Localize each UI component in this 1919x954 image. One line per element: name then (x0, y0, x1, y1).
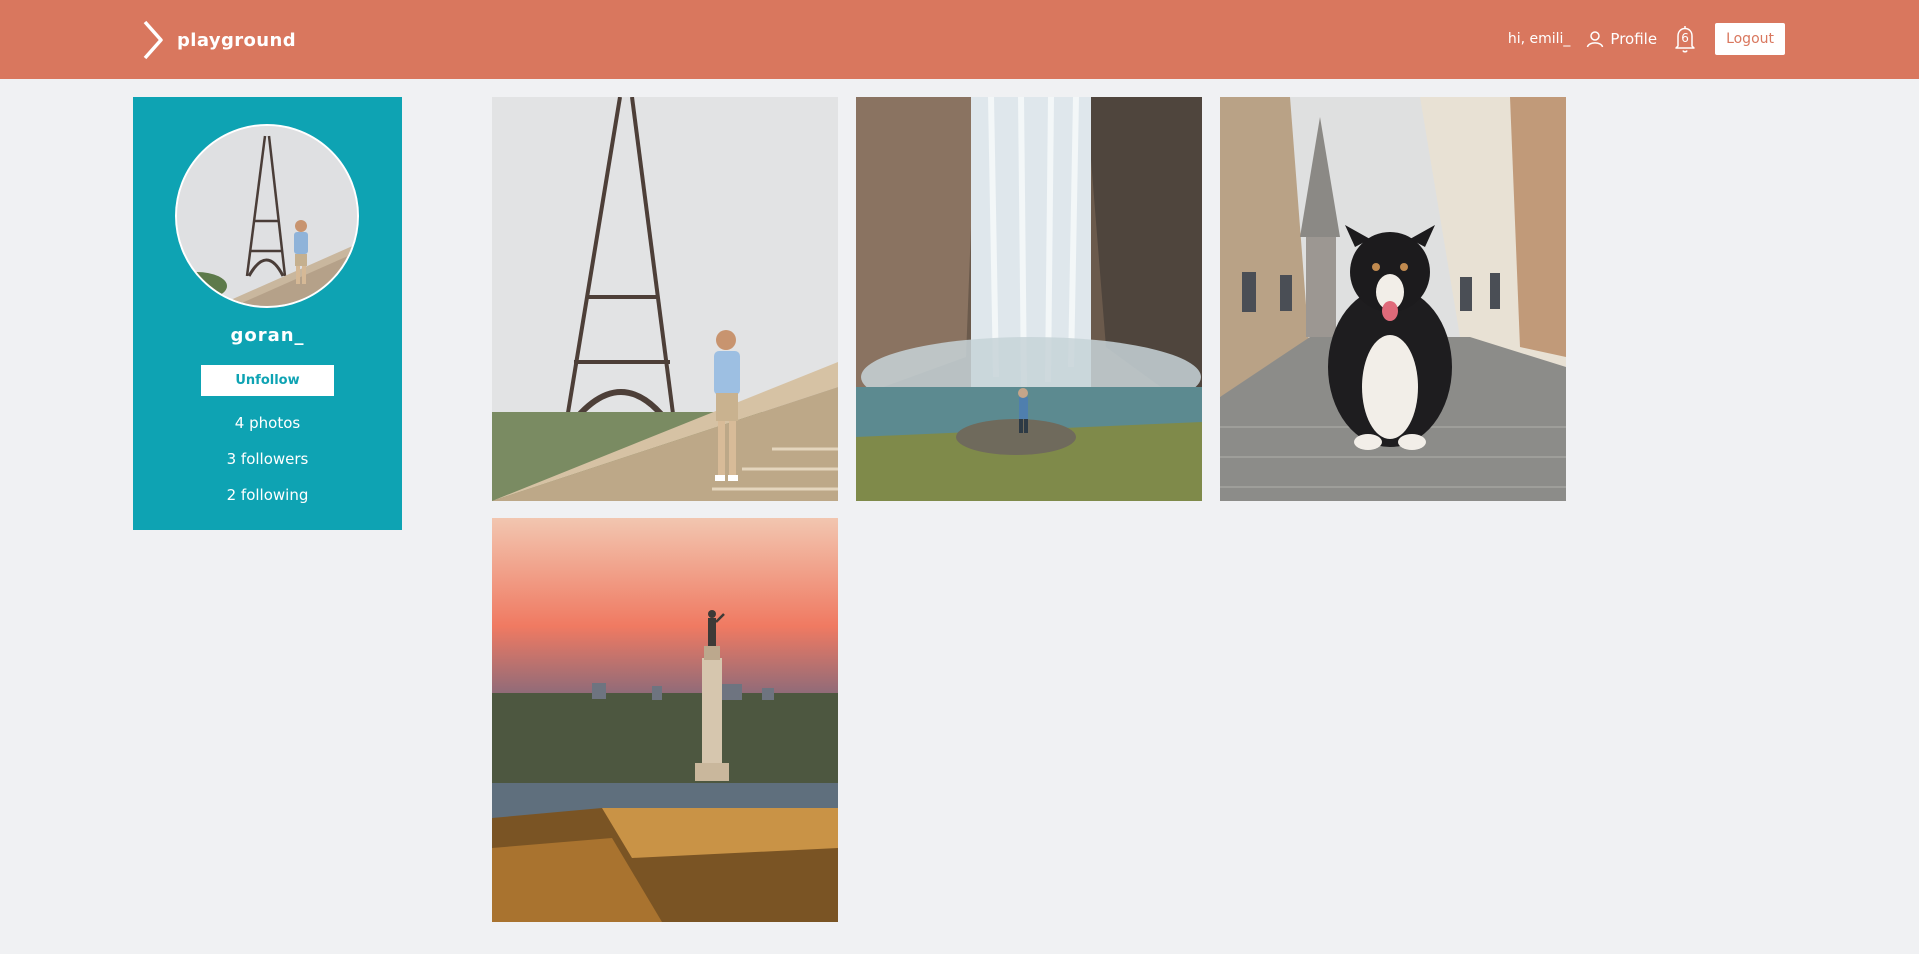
notification-count: 6 (1681, 31, 1689, 45)
avatar (175, 124, 359, 308)
logout-button[interactable]: Logout (1715, 23, 1785, 55)
followers-count[interactable]: 3 followers (133, 450, 402, 468)
user-icon (1587, 31, 1604, 48)
brand-logo[interactable]: playground (141, 20, 296, 60)
brand-name: playground (177, 29, 297, 51)
photo-eiffel-tower[interactable] (492, 97, 838, 501)
notifications-button[interactable]: 6 (1671, 24, 1699, 54)
photo-dog-street[interactable] (1220, 97, 1566, 501)
unfollow-button[interactable]: Unfollow (201, 365, 334, 396)
photo-monument-sunset[interactable] (492, 518, 838, 922)
profile-link[interactable]: Profile (1586, 30, 1657, 48)
following-count[interactable]: 2 following (133, 486, 402, 504)
profile-label: Profile (1610, 30, 1658, 48)
top-nav: hi, emili_ Profile 6 Logout (1508, 22, 1785, 56)
chevron-right-icon (143, 20, 163, 60)
greeting-text: hi, emili_ (1507, 31, 1571, 47)
photo-waterfall[interactable] (856, 97, 1202, 501)
profile-username: goran_ (230, 325, 305, 346)
photos-count: 4 photos (234, 414, 301, 432)
top-bar: playground hi, emili_ Profile 6 Logout (0, 0, 1919, 79)
profile-card: goran_ Unfollow 4 photos 3 followers 2 f… (133, 97, 402, 530)
